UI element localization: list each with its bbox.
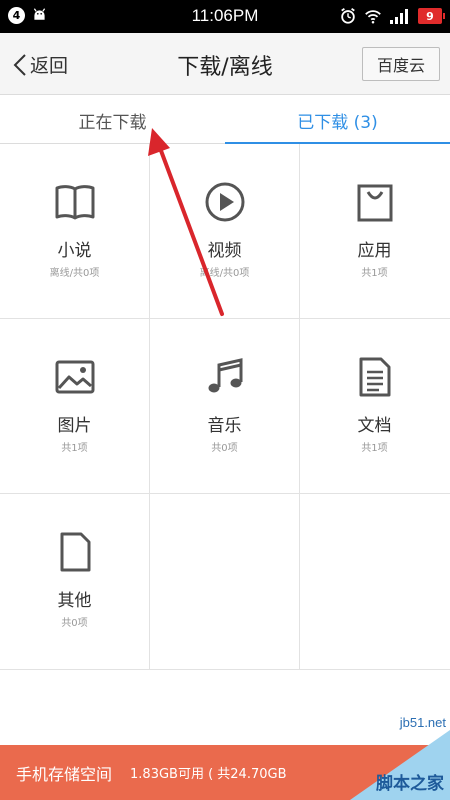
storage-info: 1.83GB可用 ( 共24.70GB [130, 767, 287, 782]
book-icon [55, 185, 95, 220]
bag-icon [357, 184, 393, 222]
document-icon [359, 357, 391, 397]
image-icon [55, 360, 95, 394]
tab-downloaded[interactable]: 已下载 (3) [225, 96, 450, 145]
category-label: 小说 [57, 241, 92, 261]
category-grid: 小说 离线/共0项 视频 离线/共0项 应用 共1项 图片 共1项 音乐 共0项… [0, 144, 450, 670]
music-icon [208, 358, 243, 393]
baidu-cloud-button[interactable]: 百度云 [362, 47, 440, 81]
header-bar: 返回 下载/离线 百度云 [0, 33, 450, 95]
category-label: 视频 [207, 241, 242, 261]
play-icon [205, 182, 245, 222]
category-count: 共1项 [361, 268, 388, 279]
empty-cell [150, 494, 300, 670]
category-other[interactable]: 其他 共0项 [0, 494, 150, 670]
signal-icon [390, 9, 408, 24]
category-image[interactable]: 图片 共1项 [0, 319, 150, 494]
file-icon [60, 532, 91, 572]
alarm-icon [341, 8, 355, 24]
category-count: 共1项 [61, 443, 88, 454]
category-count: 离线/共0项 [49, 268, 100, 279]
watermark: jb51.net 脚本之家 [340, 715, 450, 800]
tab-downloading[interactable]: 正在下载 [0, 96, 225, 144]
watermark-name: 脚本之家 [376, 774, 444, 794]
status-right: 9 [339, 7, 445, 25]
battery-indicator: 9 [418, 8, 445, 24]
empty-cell [300, 494, 450, 670]
category-label: 其他 [57, 591, 92, 611]
category-label: 应用 [357, 241, 392, 261]
tab-bar: 正在下载 已下载 (3) [0, 96, 450, 145]
storage-label: 手机存储空间 [16, 764, 113, 784]
category-label: 文档 [357, 416, 392, 436]
category-label: 音乐 [207, 416, 242, 436]
category-novel[interactable]: 小说 离线/共0项 [0, 144, 150, 319]
category-app[interactable]: 应用 共1项 [300, 144, 450, 319]
category-count: 共0项 [211, 443, 238, 454]
wifi-icon [365, 10, 381, 24]
category-count: 离线/共0项 [199, 268, 250, 279]
watermark-url: jb51.net [399, 715, 446, 730]
category-label: 图片 [57, 416, 92, 436]
category-video[interactable]: 视频 离线/共0项 [150, 144, 300, 319]
category-music[interactable]: 音乐 共0项 [150, 319, 300, 494]
category-count: 共0项 [61, 618, 88, 629]
status-bar: 4 11:06PM 9 [0, 0, 450, 33]
category-document[interactable]: 文档 共1项 [300, 319, 450, 494]
category-count: 共1项 [361, 443, 388, 454]
